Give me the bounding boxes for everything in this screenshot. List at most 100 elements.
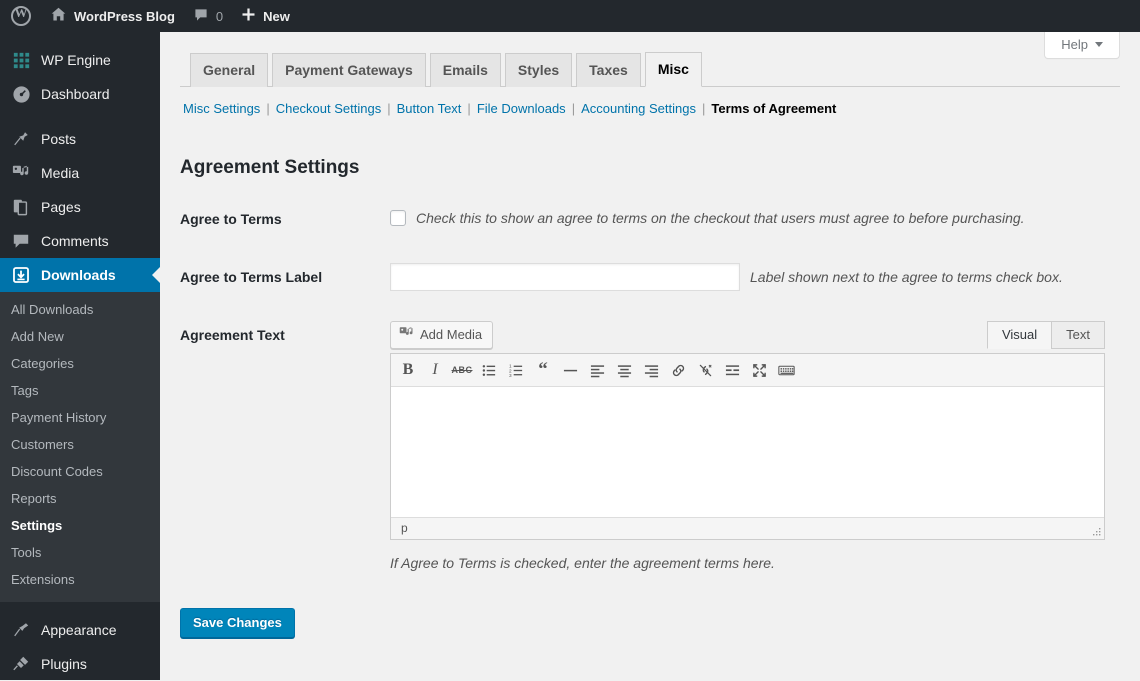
save-changes-button[interactable]: Save Changes bbox=[180, 607, 295, 638]
new-label: New bbox=[263, 8, 290, 24]
bold-icon[interactable]: B bbox=[395, 357, 421, 383]
sidebar-item-wp-engine[interactable]: WP Engine bbox=[0, 43, 160, 77]
agree-to-terms-description: Check this to show an agree to terms on … bbox=[416, 210, 1025, 226]
chevron-down-icon bbox=[1095, 42, 1103, 47]
tab-text-editor[interactable]: Text bbox=[1051, 321, 1105, 350]
help-button[interactable]: Help bbox=[1044, 32, 1120, 59]
subnav-separator: | bbox=[701, 101, 706, 116]
editor-statusbar: p bbox=[391, 517, 1104, 540]
home-icon bbox=[50, 6, 67, 26]
pushpin-icon bbox=[11, 129, 31, 149]
pages-icon bbox=[11, 197, 31, 217]
insert-read-more-icon[interactable] bbox=[719, 357, 745, 383]
blockquote-icon[interactable]: “ bbox=[530, 357, 556, 383]
submenu-item-all-downloads[interactable]: All Downloads bbox=[0, 296, 160, 323]
site-name-label: WordPress Blog bbox=[74, 8, 175, 24]
grid-squares-icon bbox=[11, 50, 31, 70]
main-content-area: Help General Payment Gateways Emails Sty… bbox=[160, 32, 1140, 680]
tab-misc[interactable]: Misc bbox=[644, 52, 702, 87]
resize-grip-icon[interactable] bbox=[1091, 526, 1102, 537]
strikethrough-icon[interactable]: ABC bbox=[449, 357, 475, 383]
submenu-item-tools[interactable]: Tools bbox=[0, 539, 160, 566]
tab-taxes[interactable]: Taxes bbox=[576, 53, 641, 87]
sidebar-item-media[interactable]: Media bbox=[0, 156, 160, 190]
help-button-label: Help bbox=[1061, 37, 1088, 52]
editor-content-area[interactable] bbox=[391, 387, 1104, 518]
distraction-free-icon[interactable] bbox=[746, 357, 772, 383]
sidebar-item-posts[interactable]: Posts bbox=[0, 122, 160, 156]
download-box-icon bbox=[11, 265, 31, 285]
plus-icon bbox=[241, 7, 256, 25]
sidebar-item-label: Posts bbox=[41, 131, 77, 147]
agree-to-terms-label-description: Label shown next to the agree to terms c… bbox=[750, 269, 1063, 286]
align-right-icon[interactable] bbox=[638, 357, 664, 383]
sidebar-item-plugins[interactable]: Plugins bbox=[0, 647, 160, 681]
comments-count: 0 bbox=[215, 8, 224, 24]
subnav-link-file-downloads[interactable]: File Downloads bbox=[477, 101, 566, 116]
submenu-item-tags[interactable]: Tags bbox=[0, 377, 160, 404]
field-label-agreement-text: Agreement Text bbox=[180, 327, 285, 344]
sidebar-item-comments[interactable]: Comments bbox=[0, 224, 160, 258]
keyboard-shortcuts-icon[interactable] bbox=[773, 357, 799, 383]
editor-element-path: p bbox=[401, 521, 408, 536]
comment-bubble-icon bbox=[11, 231, 31, 251]
sidebar-item-downloads[interactable]: Downloads bbox=[0, 258, 160, 292]
subnav-link-button-text[interactable]: Button Text bbox=[397, 101, 462, 116]
submenu-item-discount-codes[interactable]: Discount Codes bbox=[0, 458, 160, 485]
sidebar-item-appearance[interactable]: Appearance bbox=[0, 613, 160, 647]
remove-link-icon[interactable] bbox=[692, 357, 718, 383]
bulleted-list-icon[interactable] bbox=[476, 357, 502, 383]
submenu-item-payment-history[interactable]: Payment History bbox=[0, 404, 160, 431]
settings-tabs: General Payment Gateways Emails Styles T… bbox=[180, 52, 1120, 87]
sidebar-item-label: Media bbox=[41, 165, 80, 181]
sidebar-item-label: Pages bbox=[41, 199, 81, 215]
field-label-agree-to-terms: Agree to Terms bbox=[180, 211, 282, 227]
adminbar-new-item[interactable]: New bbox=[232, 0, 299, 32]
subnav-link-misc-settings[interactable]: Misc Settings bbox=[183, 101, 260, 116]
sidebar-item-label: Comments bbox=[41, 233, 109, 249]
sidebar-separator bbox=[0, 602, 160, 613]
wordpress-logo-icon bbox=[11, 5, 31, 26]
adminbar-site-name-item[interactable]: WordPress Blog bbox=[41, 0, 184, 32]
subnav-link-terms-of-agreement[interactable]: Terms of Agreement bbox=[711, 101, 836, 116]
submenu-item-categories[interactable]: Categories bbox=[0, 350, 160, 377]
tab-payment-gateways[interactable]: Payment Gateways bbox=[272, 53, 426, 87]
adminbar-comments-item[interactable]: 0 bbox=[184, 0, 232, 32]
italic-icon[interactable]: I bbox=[422, 357, 448, 383]
screen-meta-links: Help bbox=[1044, 32, 1120, 59]
sidebar-item-label: Plugins bbox=[41, 656, 87, 672]
subnav-separator: | bbox=[571, 101, 576, 116]
comment-bubble-icon bbox=[193, 7, 209, 26]
numbered-list-icon[interactable]: 123 bbox=[503, 357, 529, 383]
sidebar-item-pages[interactable]: Pages bbox=[0, 190, 160, 224]
agreement-text-description: If Agree to Terms is checked, enter the … bbox=[390, 555, 775, 572]
insert-link-icon[interactable] bbox=[665, 357, 691, 383]
sidebar-separator bbox=[0, 111, 160, 122]
tab-visual-editor[interactable]: Visual bbox=[986, 321, 1053, 350]
adminbar-wp-logo-item[interactable] bbox=[0, 0, 41, 32]
subnav-separator: | bbox=[467, 101, 471, 116]
add-media-button[interactable]: Add Media bbox=[390, 321, 494, 350]
tab-emails[interactable]: Emails bbox=[429, 53, 501, 87]
subnav-link-checkout-settings[interactable]: Checkout Settings bbox=[276, 101, 382, 116]
table-row-agree-to-terms: Agree to Terms Check this to show an agr… bbox=[180, 190, 1120, 248]
submenu-item-reports[interactable]: Reports bbox=[0, 485, 160, 512]
submenu-item-extensions[interactable]: Extensions bbox=[0, 566, 160, 593]
agree-to-terms-label-input[interactable] bbox=[390, 263, 740, 292]
align-center-icon[interactable] bbox=[611, 357, 637, 383]
sidebar-item-dashboard[interactable]: Dashboard bbox=[0, 77, 160, 111]
page-title: Agreement Settings bbox=[180, 157, 360, 178]
align-left-icon[interactable] bbox=[584, 357, 610, 383]
tab-general[interactable]: General bbox=[190, 53, 269, 87]
svg-text:3: 3 bbox=[509, 373, 512, 378]
submenu-item-customers[interactable]: Customers bbox=[0, 431, 160, 458]
plug-icon bbox=[11, 654, 31, 674]
submenu-item-add-new[interactable]: Add New bbox=[0, 323, 160, 350]
table-row-agreement-text: Agreement Text Add Media Visual Text B I… bbox=[180, 306, 1120, 587]
tab-styles[interactable]: Styles bbox=[504, 53, 573, 87]
editor-toolbar: B I ABC 1 2 3 “ bbox=[391, 354, 1104, 388]
horizontal-rule-icon[interactable] bbox=[557, 357, 583, 383]
submenu-item-settings[interactable]: Settings bbox=[0, 512, 160, 539]
agree-to-terms-checkbox[interactable] bbox=[390, 210, 406, 226]
subnav-link-accounting-settings[interactable]: Accounting Settings bbox=[581, 101, 696, 116]
